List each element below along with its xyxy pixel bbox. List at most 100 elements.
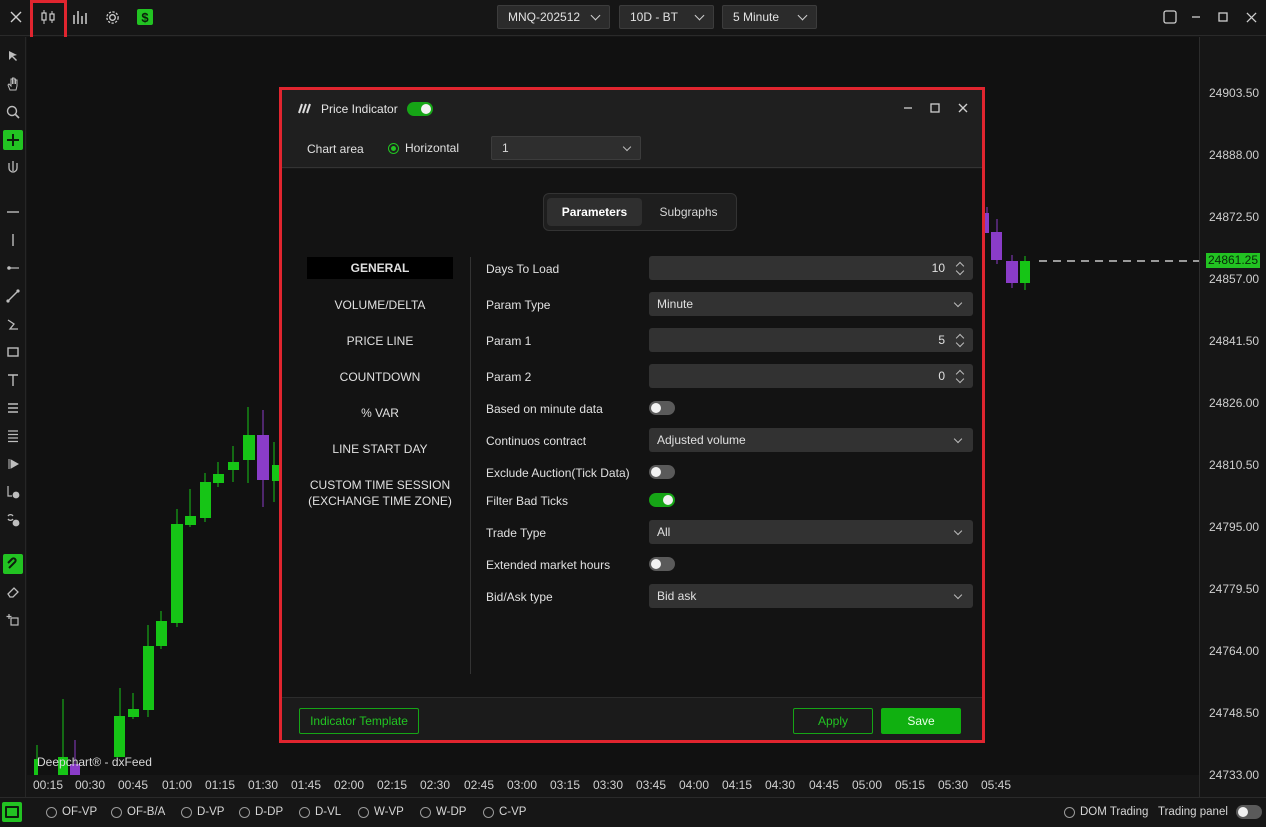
- gear-icon[interactable]: [101, 6, 123, 28]
- eraser-icon[interactable]: [3, 582, 23, 602]
- maximize-icon[interactable]: [1212, 6, 1234, 28]
- extended-hours-toggle[interactable]: [649, 557, 675, 571]
- nav-price-line[interactable]: PRICE LINE: [307, 333, 453, 349]
- bet-settings-icon[interactable]: [3, 482, 23, 502]
- of-ba-option[interactable]: OF-B/A: [111, 806, 165, 818]
- w-dp-option[interactable]: W-DP: [420, 806, 466, 818]
- chart-area-row: Chart area Horizontal 1: [282, 128, 982, 168]
- radio-icon: [483, 806, 494, 818]
- chart-area-select[interactable]: 1: [491, 136, 641, 160]
- spinner-icon[interactable]: [955, 333, 965, 347]
- w-vp-option[interactable]: W-VP: [358, 806, 404, 818]
- param1-input[interactable]: 5: [649, 328, 973, 352]
- minute-data-toggle[interactable]: [649, 401, 675, 415]
- list-lines-icon[interactable]: [3, 426, 23, 446]
- panel-icon-frame: [5, 806, 19, 818]
- symbol-select[interactable]: MNQ-202512: [497, 5, 610, 29]
- d-vl-option[interactable]: D-VL: [299, 806, 341, 818]
- time-tick: 00:45: [117, 778, 149, 792]
- option-label: W-VP: [374, 806, 404, 818]
- nav-volume-delta[interactable]: VOLUME/DELTA: [307, 297, 453, 313]
- minute-data-label: Based on minute data: [486, 402, 603, 416]
- maximize-icon[interactable]: [930, 102, 940, 116]
- close-window-icon[interactable]: [1240, 6, 1262, 28]
- trendline-icon[interactable]: [3, 286, 23, 306]
- c-vp-option[interactable]: C-VP: [483, 806, 526, 818]
- time-tick: 02:00: [333, 778, 365, 792]
- chart-area-value: 1: [502, 141, 509, 155]
- zoom-icon[interactable]: [3, 102, 23, 122]
- chevron-down-icon: [694, 10, 705, 20]
- text-icon[interactable]: [3, 370, 23, 390]
- indicator-template-button[interactable]: Indicator Template: [299, 708, 419, 734]
- time-axis[interactable]: 00:15 00:30 00:45 01:00 01:15 01:30 01:4…: [27, 775, 1199, 797]
- play-bar-icon[interactable]: [3, 454, 23, 474]
- nav-line-start-day[interactable]: LINE START DAY: [307, 441, 453, 457]
- range-select[interactable]: 10D - BT: [619, 5, 714, 29]
- nav-countdown[interactable]: COUNTDOWN: [307, 369, 453, 385]
- strategy-settings-icon[interactable]: [3, 510, 23, 530]
- indicator-enabled-toggle[interactable]: [407, 102, 433, 116]
- continuous-contract-select[interactable]: Adjusted volume: [649, 428, 973, 452]
- menu-lines-icon[interactable]: [3, 398, 23, 418]
- param-type-select[interactable]: Minute: [649, 292, 973, 316]
- dom-trading-option[interactable]: DOM Trading: [1064, 806, 1148, 818]
- radio-icon: [181, 806, 192, 818]
- vertical-line-icon[interactable]: [3, 230, 23, 250]
- trading-panel-toggle[interactable]: [1235, 805, 1262, 819]
- save-button[interactable]: Save: [881, 708, 961, 734]
- minimize-icon[interactable]: [903, 102, 913, 116]
- close-icon[interactable]: [958, 102, 968, 116]
- chevron-down-icon: [953, 298, 963, 307]
- option-label: D-DP: [255, 806, 284, 818]
- dollar-icon[interactable]: $: [134, 6, 156, 28]
- drawing-toolbar: [0, 37, 26, 797]
- nav-general[interactable]: GENERAL: [307, 257, 453, 279]
- of-vp-option[interactable]: OF-VP: [46, 806, 97, 818]
- rectangle-icon[interactable]: [3, 342, 23, 362]
- d-vp-option[interactable]: D-VP: [181, 806, 224, 818]
- panel-toggle-icon[interactable]: [2, 802, 22, 822]
- add-layer-icon[interactable]: [3, 610, 23, 630]
- chevron-down-icon: [622, 142, 632, 151]
- horizontal-line-icon[interactable]: [3, 202, 23, 222]
- param2-input[interactable]: 0: [649, 364, 973, 388]
- tab-subgraphs[interactable]: Subgraphs: [643, 198, 734, 226]
- option-label: D-VL: [315, 806, 342, 818]
- polyline-icon[interactable]: [3, 314, 23, 334]
- radio-icon: [239, 806, 250, 818]
- restore-window-icon[interactable]: [1159, 6, 1181, 28]
- param-type-value: Minute: [657, 297, 694, 311]
- hand-icon[interactable]: [3, 74, 23, 94]
- interval-select[interactable]: 5 Minute: [722, 5, 817, 29]
- days-to-load-input[interactable]: 10: [649, 256, 973, 280]
- trade-type-label: Trade Type: [486, 526, 547, 540]
- nav-divider: [470, 257, 471, 674]
- nav-custom-time-session[interactable]: CUSTOM TIME SESSION (EXCHANGE TIME ZONE): [307, 477, 453, 509]
- trade-type-select[interactable]: All: [649, 520, 973, 544]
- nav-percent-var[interactable]: % VAR: [307, 405, 453, 421]
- crosshair-icon[interactable]: [3, 130, 23, 150]
- apply-button[interactable]: Apply: [793, 708, 873, 734]
- spinner-icon[interactable]: [955, 261, 965, 275]
- price-tick: 24888.00: [1209, 148, 1260, 162]
- pointer-icon[interactable]: [3, 46, 23, 66]
- filter-bad-ticks-toggle[interactable]: [649, 493, 675, 507]
- time-tick: 03:00: [506, 778, 538, 792]
- price-tick: 24810.50: [1209, 458, 1260, 472]
- d-dp-option[interactable]: D-DP: [239, 806, 283, 818]
- candlestick-icon[interactable]: [37, 6, 59, 28]
- tab-parameters[interactable]: Parameters: [547, 198, 642, 226]
- ray-icon[interactable]: [3, 258, 23, 278]
- horizontal-radio[interactable]: Horizontal: [388, 141, 459, 155]
- bar-chart-icon[interactable]: [69, 6, 91, 28]
- price-indicator-dialog: Price Indicator Chart area Horizontal 1 …: [279, 87, 985, 743]
- magnet-cursor-icon[interactable]: [3, 158, 23, 178]
- close-icon[interactable]: [5, 6, 27, 28]
- magnet-icon[interactable]: [3, 554, 23, 574]
- spinner-icon[interactable]: [955, 369, 965, 383]
- price-axis[interactable]: 24903.50 24888.00 24872.50 24861.25 2485…: [1199, 37, 1266, 797]
- bidask-type-select[interactable]: Bid ask: [649, 584, 973, 608]
- minimize-icon[interactable]: [1185, 6, 1207, 28]
- exclude-auction-toggle[interactable]: [649, 465, 675, 479]
